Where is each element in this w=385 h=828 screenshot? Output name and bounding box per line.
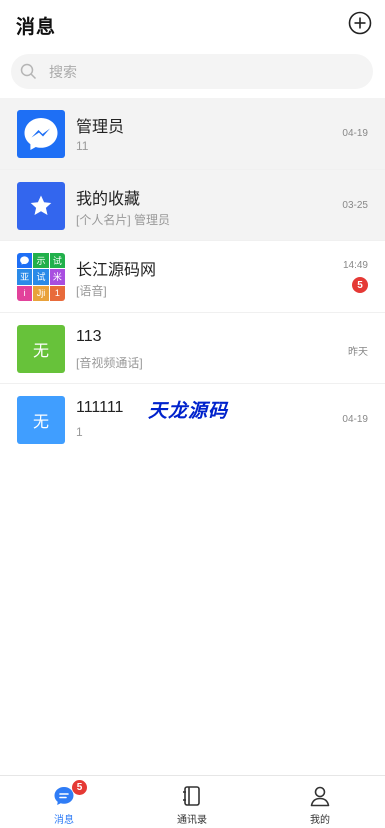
- user-icon: [310, 786, 330, 807]
- avatar: [17, 110, 65, 158]
- conversation-preview: 11: [76, 139, 89, 153]
- avatar: 无: [17, 396, 65, 444]
- avatar: 无: [17, 324, 65, 373]
- messenger-icon: [24, 118, 58, 150]
- tab-label: 我的: [310, 815, 330, 826]
- messenger-icon: [17, 253, 33, 269]
- conversation-name: 长江源码网: [76, 262, 157, 279]
- conversation-preview: [个人名片] 管理员: [76, 212, 171, 227]
- conversation-name: 我的收藏: [76, 190, 141, 208]
- group-avatar: 示 试 亚 试 米 i Jji 1: [17, 253, 65, 301]
- conversation-time: 04-19: [342, 128, 368, 139]
- conversation-time: 04-19: [342, 414, 368, 425]
- conversation-row[interactable]: 无 113 [音视频通话] 昨天: [0, 313, 385, 384]
- add-circle-icon[interactable]: [348, 11, 372, 35]
- avatar: [17, 181, 65, 230]
- conversation-preview: 1: [76, 425, 83, 439]
- conversation-preview: [音视频通话]: [76, 355, 143, 370]
- conversation-name: 113: [76, 327, 102, 345]
- group-avatar-cell: 示: [33, 253, 49, 269]
- watermark: 天龙源码: [148, 401, 229, 422]
- conversation-row[interactable]: 我的收藏 [个人名片] 管理员 03-25: [0, 169, 385, 241]
- conversation-time: 昨天: [348, 346, 368, 358]
- tab-bar: 5 消息 通讯录 我的: [0, 775, 385, 828]
- conversation-name: 管理员: [76, 119, 125, 136]
- star-icon: [30, 195, 52, 215]
- tab-contacts[interactable]: 通讯录: [128, 776, 256, 828]
- tab-me[interactable]: 我的: [256, 776, 384, 828]
- avatar-text: 无: [32, 342, 49, 360]
- conversation-row[interactable]: 管理员 11 04-19: [0, 98, 385, 170]
- group-avatar-cell: 试: [49, 253, 65, 269]
- group-avatar-cell: 亚: [17, 269, 33, 285]
- search-bar[interactable]: [11, 54, 373, 89]
- group-avatar-cell: 1: [49, 285, 65, 301]
- group-avatar-cell: 试: [33, 269, 49, 285]
- conversation-row[interactable]: 示 试 亚 试 米 i Jji 1 长江源码网 [语音] 14:49 5: [0, 241, 385, 313]
- search-icon: [20, 63, 37, 80]
- address-book-icon: [183, 786, 200, 806]
- group-avatar-cell: i: [17, 285, 33, 301]
- avatar-text: 无: [32, 414, 49, 431]
- group-avatar-cell: 米: [49, 269, 65, 285]
- tab-label: 通讯录: [177, 815, 207, 826]
- conversation-name: 111111: [76, 399, 124, 416]
- conversation-preview: [语音]: [76, 284, 107, 298]
- tab-messages[interactable]: 5 消息: [0, 776, 128, 828]
- tab-label: 消息: [54, 815, 74, 826]
- header: 消息: [0, 0, 385, 48]
- search-input[interactable]: [49, 54, 349, 89]
- conversation-time: 14:49: [342, 260, 368, 271]
- conversation-time: 03-25: [342, 199, 368, 211]
- tab-badge: 5: [72, 780, 87, 795]
- unread-badge: 5: [352, 277, 368, 293]
- page-title: 消息: [16, 17, 57, 38]
- group-avatar-cell: Jji: [33, 285, 49, 301]
